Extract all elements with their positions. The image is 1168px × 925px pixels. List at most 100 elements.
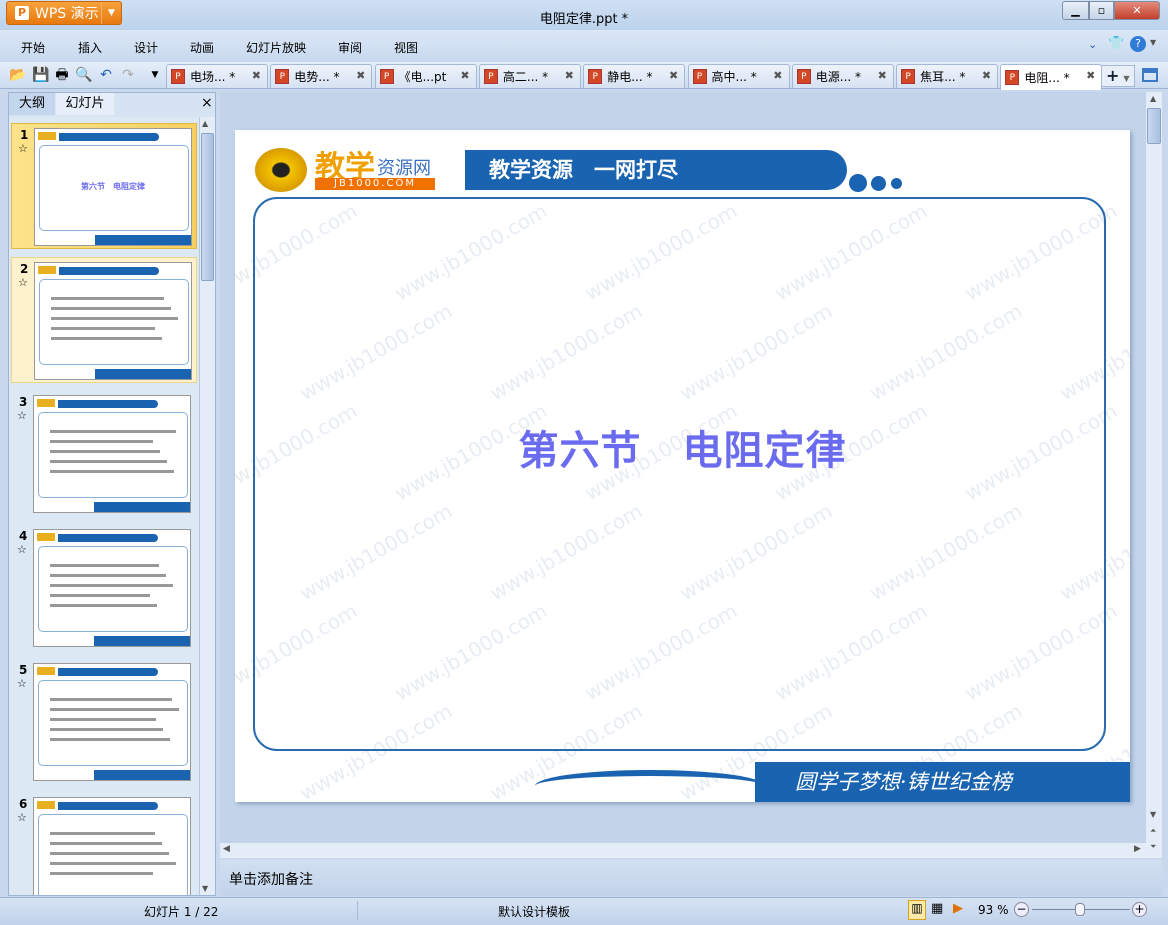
zoom-slider-thumb[interactable] [1074, 903, 1085, 916]
slide-number: 3 [19, 395, 28, 409]
menu-insert[interactable]: 插入 [78, 39, 102, 56]
slide-canvas[interactable]: www.jb1000.com www.jb1000.com www.jb1000.c… [235, 130, 1130, 802]
notes-pane[interactable]: 单击添加备注 [220, 860, 1162, 896]
title-bar: P WPS 演示 ▼ 电阻定律.ppt * ▁ ▫ ✕ [0, 0, 1168, 30]
save-icon[interactable]: 💾 [32, 66, 50, 84]
scroll-up-arrow[interactable]: ▲ [1150, 94, 1156, 103]
horizontal-scrollbar[interactable]: ◀ ▶ [220, 843, 1146, 858]
new-tab-button[interactable]: + ▼ [1101, 65, 1135, 87]
previous-slide-button[interactable]: ⏶ [1150, 826, 1156, 836]
document-tab[interactable]: P 高二... * ✖ [478, 64, 581, 88]
thumbnail-scrollbar[interactable]: ▲ ▼ [199, 117, 215, 895]
decor-dot [891, 178, 902, 189]
close-tab-icon[interactable]: ✖ [1086, 69, 1095, 82]
document-tab[interactable]: P 电阻... * ✖ [1000, 64, 1103, 90]
redo-icon[interactable]: ↷ [119, 66, 137, 84]
template-name[interactable]: 默认设计模板 [498, 903, 570, 920]
menu-bar: 开始 插入 设计 动画 幻灯片放映 审阅 视图 ⌄ 👕 ? ▼ [0, 30, 1168, 62]
slide-number: 1 [20, 128, 29, 142]
help-dropdown-icon[interactable]: ▼ [1150, 38, 1156, 47]
normal-view-icon[interactable]: ▥ [908, 900, 926, 920]
thumbnail-list: 1 ☆ 第六节 电阻定律 2 ☆ 3 ☆ 4 ☆ 5 ☆ 6 ☆ [9, 117, 199, 895]
document-tab[interactable]: P 电势... * ✖ [270, 64, 373, 88]
scroll-down-arrow[interactable]: ▼ [202, 884, 208, 893]
tab-list-icon[interactable] [1142, 68, 1158, 82]
slide-thumbnail[interactable]: 6 ☆ [11, 793, 197, 895]
minimize-button[interactable]: ▁ [1062, 1, 1089, 20]
close-tab-icon[interactable]: ✖ [460, 69, 469, 82]
thumbnail-preview [33, 395, 191, 513]
slide-thumbnail[interactable]: 3 ☆ [11, 391, 197, 517]
close-button[interactable]: ✕ [1114, 1, 1160, 20]
ppt-file-icon: P [901, 69, 916, 84]
menu-design[interactable]: 设计 [134, 39, 158, 56]
decor-dot [849, 174, 867, 192]
scroll-thumb[interactable] [1147, 108, 1161, 144]
document-tab[interactable]: P 高中... * ✖ [687, 64, 790, 88]
ppt-file-icon: P [379, 69, 394, 84]
print-icon[interactable]: 🖶 [53, 66, 71, 84]
slide-thumbnail[interactable]: 1 ☆ 第六节 电阻定律 [11, 123, 197, 249]
customize-toolbar-icon[interactable]: ▼ [146, 66, 164, 84]
ppt-file-icon: P [588, 69, 603, 84]
next-slide-button[interactable]: ⏷ [1150, 842, 1156, 852]
scroll-up-arrow[interactable]: ▲ [202, 119, 208, 128]
scroll-right-arrow[interactable]: ▶ [1134, 844, 1141, 854]
document-tab[interactable]: P 焦耳... * ✖ [896, 64, 999, 88]
close-tab-icon[interactable]: ✖ [878, 69, 887, 82]
scroll-down-arrow[interactable]: ▼ [1150, 810, 1156, 819]
print-preview-icon[interactable]: 🔍 [75, 66, 93, 84]
close-tab-icon[interactable]: ✖ [669, 69, 678, 82]
tab-label: 高二... * [502, 70, 549, 84]
slideshow-icon[interactable]: ▶ [953, 901, 963, 916]
help-icon[interactable]: ? [1130, 36, 1146, 52]
tab-label: 电源... * [815, 70, 862, 84]
tab-label: 电势... * [294, 70, 340, 84]
close-tab-icon[interactable]: ✖ [982, 69, 991, 82]
thumbnail-preview [33, 529, 191, 647]
slide-thumbnail[interactable]: 2 ☆ [11, 257, 197, 383]
slide-panel: 大纲 幻灯片 × 1 ☆ 第六节 电阻定律 2 ☆ 3 ☆ 4 ☆ 5 ☆ 6 ☆ ▲ ▼ [8, 92, 216, 896]
close-tab-icon[interactable]: ✖ [773, 69, 782, 82]
footer-banner: 圆学子梦想·铸世纪金榜 [755, 762, 1130, 802]
slide-number: 6 [19, 797, 28, 811]
undo-icon[interactable]: ↶ [97, 66, 115, 84]
slide-thumbnail[interactable]: 4 ☆ [11, 525, 197, 651]
slide-sorter-icon[interactable]: ▦ [931, 901, 943, 916]
menu-review[interactable]: 审阅 [338, 39, 362, 56]
open-folder-icon[interactable]: 📂 [9, 66, 27, 84]
slide-thumbnail[interactable]: 5 ☆ [11, 659, 197, 785]
document-tab[interactable]: P 《电...pt ✖ [374, 64, 477, 88]
close-tab-icon[interactable]: ✖ [565, 69, 574, 82]
ppt-file-icon: P [1005, 70, 1020, 85]
thumbnail-preview: 第六节 电阻定律 [34, 128, 192, 246]
scroll-thumb[interactable] [201, 133, 214, 281]
vertical-scrollbar[interactable]: ▲ ▼ ⏶ ⏷ [1146, 92, 1162, 858]
skin-shirt-icon[interactable]: 👕 [1108, 36, 1124, 51]
window-title: 电阻定律.ppt * [539, 12, 629, 27]
close-tab-icon[interactable]: ✖ [356, 69, 365, 82]
menu-home[interactable]: 开始 [21, 39, 45, 56]
maximize-button[interactable]: ▫ [1089, 1, 1114, 20]
collapse-ribbon-icon[interactable]: ⌄ [1088, 38, 1097, 51]
logo-url: JB1000.COM [315, 178, 435, 190]
tab-outline[interactable]: 大纲 [9, 93, 55, 115]
document-tab[interactable]: P 静电... * ✖ [583, 64, 686, 88]
ppt-file-icon: P [796, 69, 811, 84]
close-tab-icon[interactable]: ✖ [252, 69, 261, 82]
tab-label: 电场... * [190, 70, 236, 84]
close-panel-icon[interactable]: × [201, 95, 213, 111]
menu-slideshow[interactable]: 幻灯片放映 [246, 39, 306, 56]
document-tab[interactable]: P 电场... * ✖ [166, 64, 268, 88]
slide-title[interactable]: 第六节 电阻定律 [235, 418, 1130, 476]
menu-view[interactable]: 视图 [394, 39, 418, 56]
menu-animation[interactable]: 动画 [190, 39, 214, 56]
zoom-out-button[interactable]: − [1014, 902, 1029, 917]
document-tab[interactable]: P 电源... * ✖ [791, 64, 894, 88]
scroll-left-arrow[interactable]: ◀ [223, 844, 230, 854]
header-banner: 教学资源 一网打尽 [465, 150, 847, 190]
ppt-file-icon: P [275, 69, 290, 84]
tab-slides[interactable]: 幻灯片 [56, 93, 114, 115]
zoom-in-button[interactable]: + [1132, 902, 1147, 917]
thumbnail-preview [34, 262, 192, 380]
